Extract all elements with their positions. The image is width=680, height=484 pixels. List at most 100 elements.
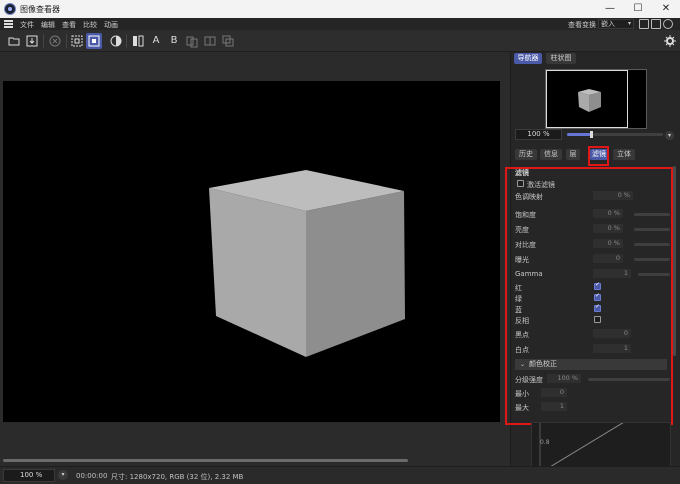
title-bar: 图像查看器 — ☐ ✕ — [0, 0, 680, 18]
navigator-zoom-slider[interactable] — [567, 131, 663, 138]
color-correction-group[interactable]: ⌄ 颜色校正 — [515, 359, 667, 370]
thumb-right-face — [589, 92, 601, 112]
split-view-button[interactable] — [202, 33, 218, 49]
tab-histogram[interactable]: 柱状图 — [546, 53, 576, 64]
view-transform-select[interactable]: 嵌入 ▾ — [598, 19, 634, 29]
menu-view[interactable]: 查看 — [62, 20, 76, 30]
brightness-field[interactable]: 0 % — [593, 224, 623, 233]
filter-panel: 滤镜 激活滤镜 色调映射 0 % 饱和度 0 % 亮度 0 % 对比度 0 % … — [505, 146, 680, 473]
swap-ab-button[interactable] — [184, 33, 200, 49]
region-select-button[interactable] — [69, 33, 85, 49]
exposure-slider[interactable] — [634, 258, 670, 261]
menu-compare[interactable]: 比较 — [83, 20, 97, 30]
black-point-label: 黑点 — [515, 331, 529, 339]
navigator-zoom-field[interactable]: 100 % — [515, 129, 562, 140]
gradation-slider[interactable] — [588, 378, 670, 381]
black-point-field[interactable]: 0 — [593, 329, 631, 338]
contrast-field[interactable]: 0 % — [593, 239, 623, 248]
minimize-button[interactable]: — — [596, 1, 624, 17]
overlay-icon — [222, 35, 234, 47]
invert-checkbox[interactable] — [594, 316, 601, 323]
gamma-label: Gamma — [515, 270, 543, 278]
max-label: 最大 — [515, 404, 529, 412]
curve-editor[interactable]: 0.8 — [531, 422, 671, 473]
tab-history[interactable]: 历史 — [515, 149, 537, 160]
view-transform-value: 嵌入 — [601, 20, 615, 28]
close-button[interactable]: ✕ — [652, 1, 680, 17]
hamburger-menu-icon[interactable] — [4, 20, 13, 28]
image-a-button[interactable]: A — [148, 33, 164, 49]
tab-info[interactable]: 信息 — [540, 149, 562, 160]
app-icon — [4, 3, 16, 15]
min-field[interactable]: 0 — [541, 388, 567, 397]
overlay-button[interactable] — [220, 33, 236, 49]
max-field[interactable]: 1 — [541, 402, 567, 411]
tab-navigator[interactable]: 导航器 — [514, 53, 542, 64]
swap-icon — [186, 36, 198, 48]
region-render-button[interactable] — [86, 33, 102, 49]
folder-icon — [8, 37, 20, 46]
contrast-slider[interactable] — [634, 243, 670, 246]
clear-button[interactable] — [47, 33, 63, 49]
open-folder-button[interactable] — [6, 33, 22, 49]
menu-animation[interactable]: 动画 — [104, 20, 118, 30]
activate-filter-checkbox[interactable] — [517, 180, 524, 187]
maximize-button[interactable]: ☐ — [624, 1, 652, 17]
highlight-box-panel — [505, 167, 673, 425]
thumb-left-face — [578, 92, 589, 112]
image-b-button[interactable]: B — [166, 33, 182, 49]
white-point-label: 白点 — [515, 346, 529, 354]
region-icon — [71, 35, 83, 47]
menu-edit[interactable]: 编辑 — [41, 20, 55, 30]
navigator-preview[interactable] — [545, 69, 647, 129]
viewport-area — [0, 52, 510, 462]
saturation-slider[interactable] — [634, 213, 670, 216]
contrast-toggle-button[interactable] — [108, 33, 124, 49]
monitor-icon[interactable] — [639, 19, 649, 29]
gradation-field[interactable]: 100 % — [547, 374, 581, 383]
menu-bar: 文件 编辑 查看 比较 动画 查看变换 嵌入 ▾ — [0, 18, 680, 30]
gear-icon — [664, 35, 676, 47]
slider-fill — [567, 133, 591, 136]
blue-channel-label: 蓝 — [515, 306, 522, 314]
cube-right-face — [306, 191, 405, 357]
chevron-down-icon: ▾ — [627, 20, 631, 27]
chevron-down-icon[interactable]: ▾ — [665, 131, 674, 140]
tonemap-field[interactable]: 0 % — [593, 191, 633, 200]
exposure-field[interactable]: 0 — [593, 254, 623, 263]
toolbar-divider — [66, 34, 67, 48]
cancel-circle-icon — [49, 35, 61, 47]
horizontal-scrollbar[interactable] — [3, 459, 408, 462]
chevron-down-icon: ⌄ — [520, 361, 526, 368]
brightness-slider[interactable] — [634, 228, 670, 231]
status-bar: 100 % ▾ 00:00:00 尺寸: 1280x720, RGB (32 位… — [0, 466, 680, 484]
region-active-icon — [88, 35, 100, 47]
zoom-field[interactable]: 100 % — [3, 469, 55, 482]
save-button[interactable] — [24, 33, 40, 49]
color-correction-label: 颜色校正 — [529, 360, 557, 368]
green-channel-checkbox[interactable] — [594, 292, 601, 301]
white-point-field[interactable]: 1 — [593, 344, 631, 353]
external-window-icon[interactable] — [651, 19, 661, 29]
filter-header: 滤镜 — [515, 169, 529, 177]
image-viewport[interactable] — [3, 81, 500, 422]
tab-stereo[interactable]: 立体 — [613, 149, 635, 160]
gamma-slider[interactable] — [638, 273, 670, 276]
red-channel-checkbox[interactable] — [594, 281, 601, 290]
gamma-field[interactable]: 1 — [593, 269, 631, 278]
toolbar-divider — [43, 34, 44, 48]
saturation-field[interactable]: 0 % — [593, 209, 623, 218]
ab-compare-button[interactable] — [130, 33, 146, 49]
settings-button[interactable] — [662, 33, 678, 49]
blue-channel-checkbox[interactable] — [594, 303, 601, 312]
chevron-down-icon[interactable]: ▾ — [58, 470, 68, 480]
tab-layers[interactable]: 层 — [566, 149, 580, 160]
menu-file[interactable]: 文件 — [20, 20, 34, 30]
tab-filter[interactable]: 滤镜 — [590, 149, 608, 160]
green-channel-label: 绿 — [515, 295, 522, 303]
slider-handle[interactable] — [590, 131, 593, 138]
panel-vertical-scrollbar[interactable] — [673, 166, 676, 356]
gradation-label: 分级强度 — [515, 376, 543, 384]
view-transform-label: 查看变换 — [568, 21, 596, 29]
help-icon[interactable] — [663, 19, 673, 29]
